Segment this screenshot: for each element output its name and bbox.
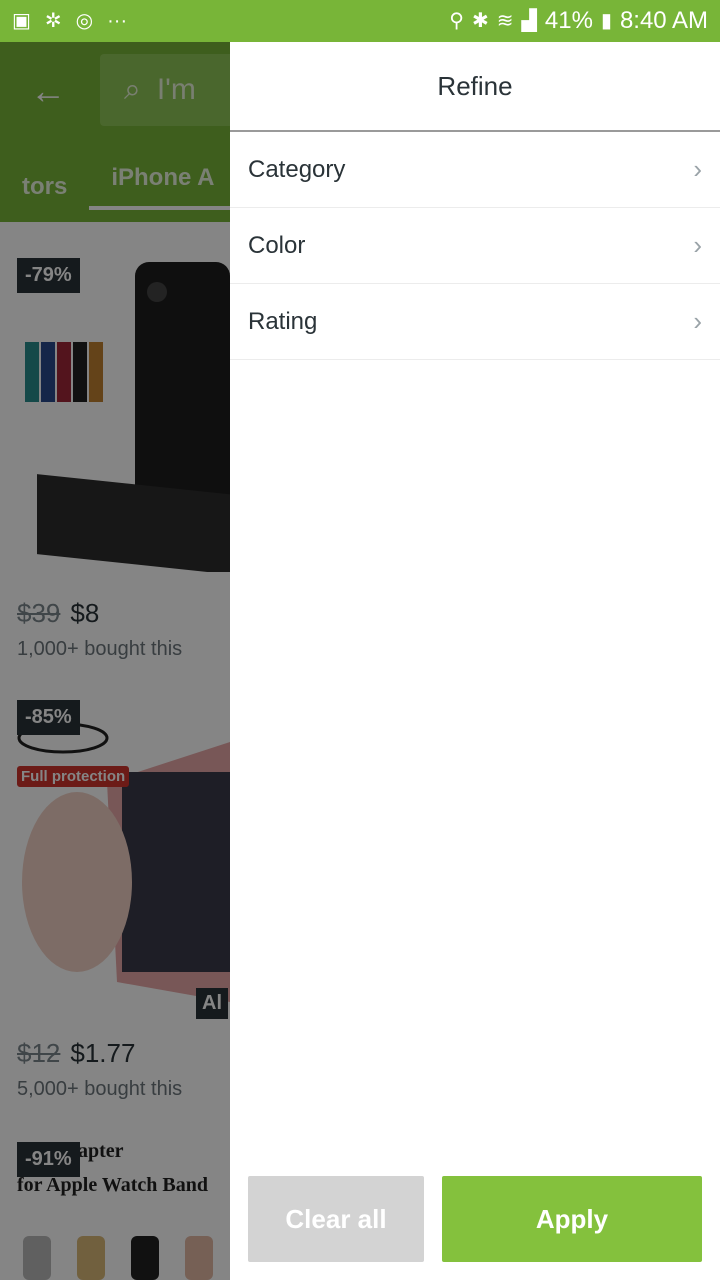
clear-all-button[interactable]: Clear all bbox=[248, 1176, 424, 1262]
status-bar: ▣ ✲ ◎ ··· ⚲ ✱ ≋ ▟ 41% ▮ 8:40 AM bbox=[0, 0, 720, 42]
refine-item-label: Category bbox=[248, 155, 346, 183]
chevron-right-icon: › bbox=[693, 154, 702, 184]
status-left-icons: ▣ ✲ ◎ ··· bbox=[12, 11, 127, 31]
refine-item-rating[interactable]: Rating › bbox=[230, 284, 720, 360]
refine-item-category[interactable]: Category › bbox=[230, 132, 720, 208]
refine-item-color[interactable]: Color › bbox=[230, 208, 720, 284]
chevron-right-icon: › bbox=[693, 306, 702, 336]
gallery-icon: ▣ bbox=[12, 10, 31, 32]
drawer-footer: Clear all Apply bbox=[230, 1176, 720, 1262]
refine-item-label: Rating bbox=[248, 307, 318, 335]
status-right: ⚲ ✱ ≋ ▟ 41% ▮ 8:40 AM bbox=[449, 7, 708, 35]
dim-overlay[interactable] bbox=[0, 42, 230, 1280]
share-icon: ✲ bbox=[44, 10, 62, 32]
drawer-header: Refine bbox=[230, 42, 720, 132]
bluetooth-icon: ✱ bbox=[471, 10, 489, 32]
signal-icon: ▟ bbox=[521, 10, 537, 32]
wifi-icon: ≋ bbox=[496, 10, 514, 32]
more-dots-icon: ··· bbox=[107, 10, 128, 32]
apply-button[interactable]: Apply bbox=[442, 1176, 702, 1262]
clock: 8:40 AM bbox=[619, 7, 708, 34]
location-icon: ⚲ bbox=[449, 10, 464, 32]
chevron-right-icon: › bbox=[693, 230, 702, 260]
refine-item-label: Color bbox=[248, 231, 306, 259]
sync-icon: ◎ bbox=[75, 10, 94, 32]
battery-percent: 41% bbox=[544, 7, 593, 34]
drawer-title: Refine bbox=[437, 70, 513, 101]
battery-icon: ▮ bbox=[600, 10, 612, 32]
refine-drawer: Refine Category › Color › Rating › Clear… bbox=[230, 42, 720, 1280]
